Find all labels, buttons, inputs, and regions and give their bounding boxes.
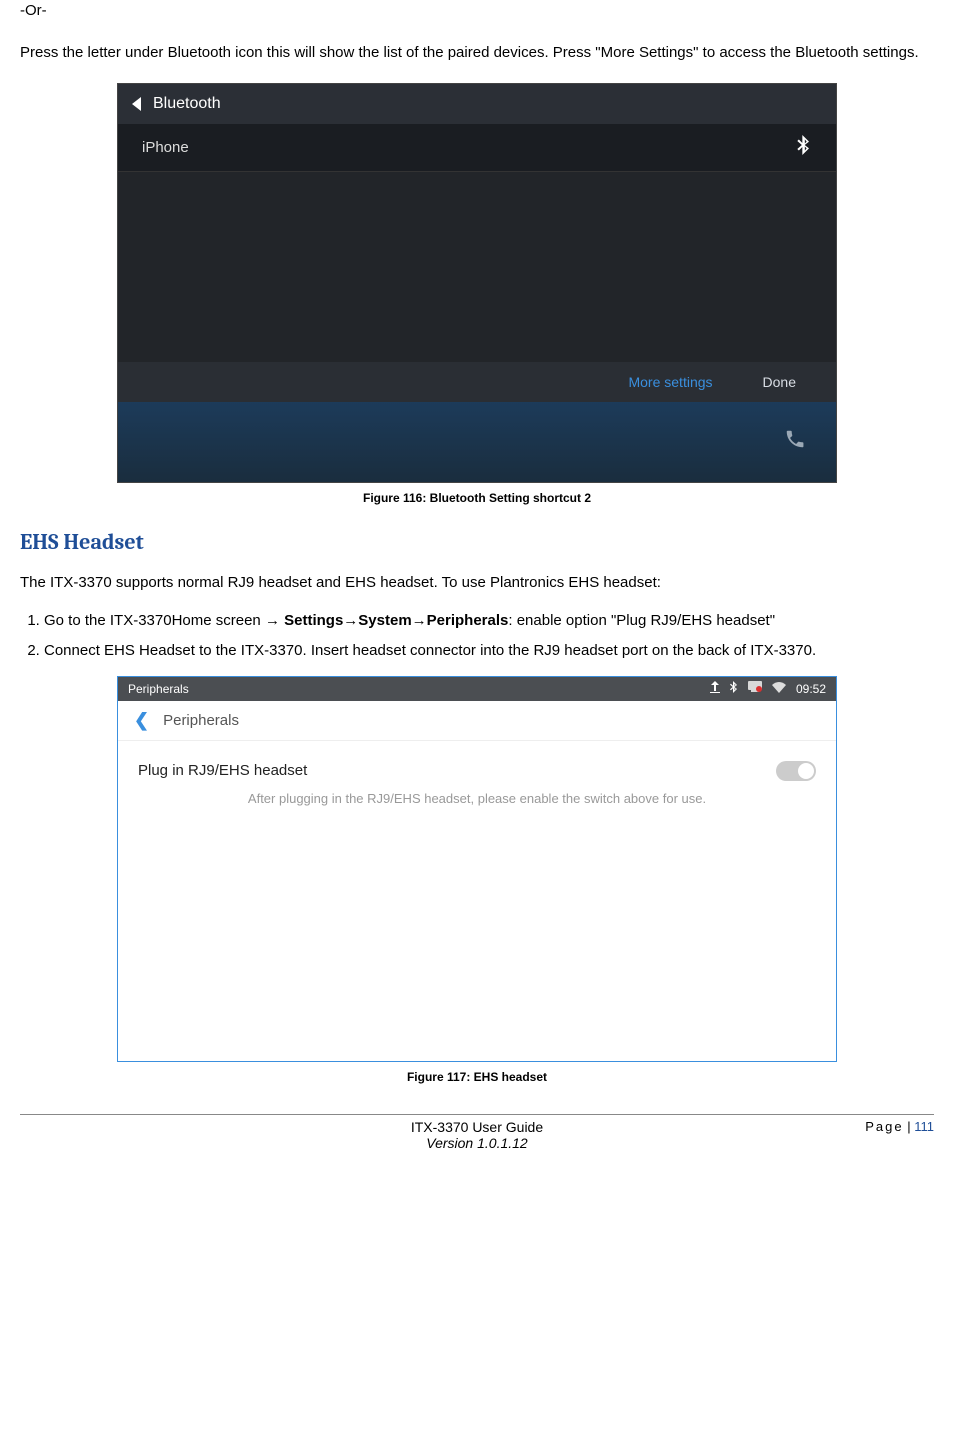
plug-label: Plug in RJ9/EHS headset (138, 762, 307, 779)
plug-toggle[interactable] (776, 761, 816, 781)
figure-117: Peripherals 09:52 ❮ Peripherals (20, 676, 934, 1062)
step1-part1: Go to the ITX-3370Home screen → (44, 612, 280, 629)
upload-icon (710, 681, 720, 696)
bluetooth-icon (796, 135, 812, 160)
step1-bold: Settings→System→Peripherals (284, 612, 508, 629)
ehs-intro: The ITX-3370 supports normal RJ9 headset… (20, 571, 934, 595)
nav-title: Peripherals (163, 712, 239, 729)
page-number: 111 (914, 1119, 934, 1134)
peripherals-body: Plug in RJ9/EHS headset After plugging i… (118, 741, 836, 1061)
step-1: Go to the ITX-3370Home screen → Settings… (44, 607, 934, 636)
call-bar (118, 402, 836, 482)
status-icons: 09:52 (710, 681, 826, 696)
network-icon (748, 681, 762, 696)
figure-116-caption: Figure 116: Bluetooth Setting shortcut 2 (20, 491, 934, 505)
device-name: iPhone (142, 139, 189, 156)
intro-paragraph: Press the letter under Bluetooth icon th… (20, 41, 934, 65)
statusbar-title: Peripherals (128, 682, 189, 696)
step1-part3: : enable option "Plug RJ9/EHS headset" (508, 612, 775, 629)
dim-area (118, 172, 836, 362)
page-label: Page (865, 1119, 903, 1134)
action-row: More settings Done (118, 362, 836, 402)
more-settings-link[interactable]: More settings (628, 374, 712, 390)
wifi-icon (772, 682, 786, 696)
step-2: Connect EHS Headset to the ITX-3370. Ins… (44, 637, 934, 666)
footer-divider (20, 1114, 934, 1115)
footer-title: ITX-3370 User Guide (411, 1119, 543, 1135)
back-chevron-icon[interactable]: ❮ (134, 710, 149, 731)
figure-116: Bluetooth iPhone More settings Done (20, 83, 934, 483)
bluetooth-header: Bluetooth (118, 84, 836, 124)
status-bar: Peripherals 09:52 (118, 677, 836, 701)
bluetooth-screenshot: Bluetooth iPhone More settings Done (117, 83, 837, 483)
page-sep: | (904, 1119, 915, 1134)
back-icon[interactable] (132, 97, 141, 111)
footer-center: ITX-3370 User Guide Version 1.0.1.12 (411, 1119, 543, 1151)
steps-list: Go to the ITX-3370Home screen → Settings… (20, 607, 934, 666)
paired-device-row[interactable]: iPhone (118, 124, 836, 172)
footer-version: Version 1.0.1.12 (411, 1135, 543, 1151)
footer-page: Page | 111 (865, 1119, 934, 1134)
plug-subtext: After plugging in the RJ9/EHS headset, p… (138, 787, 816, 806)
bluetooth-title: Bluetooth (153, 95, 221, 113)
peripherals-screenshot: Peripherals 09:52 ❮ Peripherals (117, 676, 837, 1062)
status-time: 09:52 (796, 682, 826, 696)
done-link[interactable]: Done (763, 374, 796, 390)
or-text: -Or- (20, 0, 934, 23)
plug-row: Plug in RJ9/EHS headset (138, 755, 816, 787)
peripherals-nav: ❮ Peripherals (118, 701, 836, 741)
figure-117-caption: Figure 117: EHS headset (20, 1070, 934, 1084)
phone-icon[interactable] (784, 428, 806, 456)
ehs-headset-heading: EHS Headset (20, 529, 934, 555)
bluetooth-status-icon (730, 681, 738, 696)
footer: ITX-3370 User Guide Version 1.0.1.12 Pag… (20, 1119, 934, 1167)
